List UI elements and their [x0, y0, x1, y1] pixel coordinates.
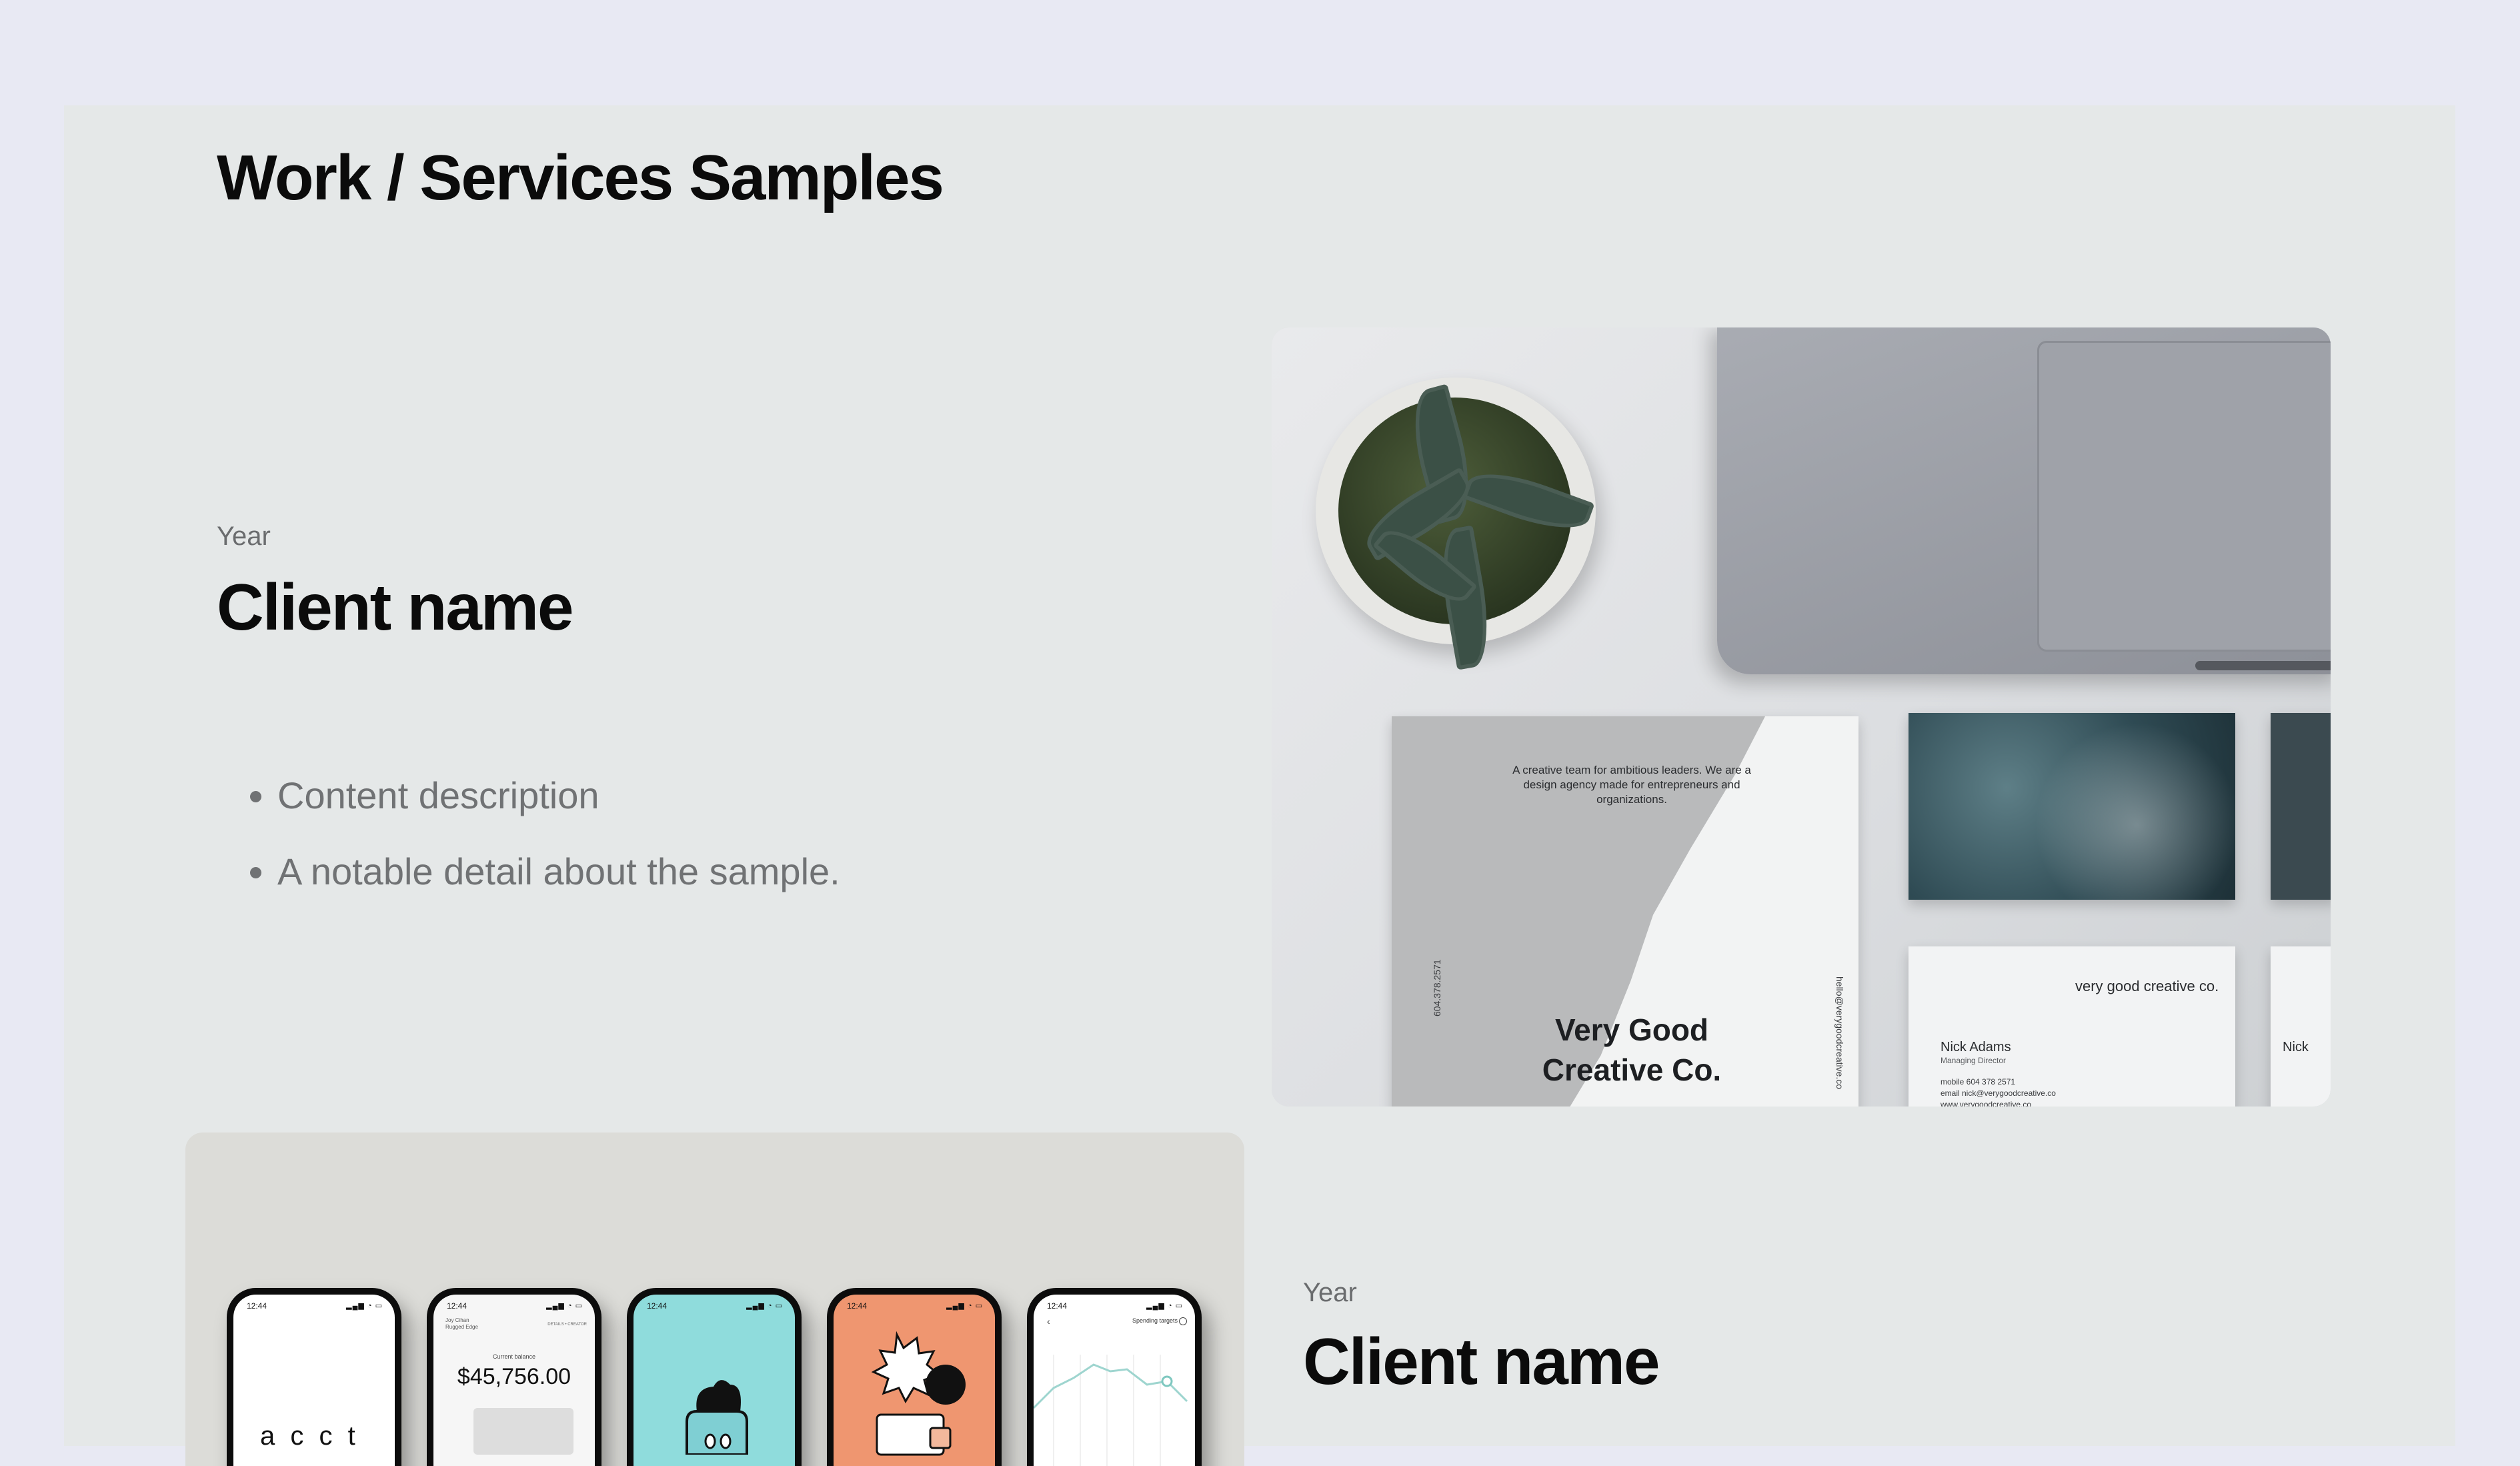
balance-label: Current balance [492, 1353, 536, 1360]
business-card-dark [2271, 713, 2331, 900]
phone-status-icons: ▂▄▆ ◔ ▭ [1146, 1302, 1183, 1310]
phone-screen: 12:44 ▂▄▆ ◔ ▭ [834, 1295, 995, 1466]
contact-card-name: Nick Adams [1941, 1040, 2011, 1054]
back-chevron-icon: ‹ [1047, 1316, 1050, 1327]
balance-amount: $45,756.00 [457, 1364, 571, 1389]
page-title: Work / Services Samples [217, 142, 944, 213]
phone-status-icons: ▂▄▆ ◔ ▭ [746, 1302, 783, 1310]
contact-card-lines: mobile 604 378 2571 email nick@verygoodc… [1941, 1076, 2056, 1107]
contact-card-brand: very good creative co. [2075, 978, 2219, 994]
phone-screen: 12:44 ▂▄▆ ◔ ▭ [634, 1295, 795, 1466]
spending-targets-title: Spending targets [1132, 1317, 1178, 1324]
sample-1-client-name: Client name [217, 570, 573, 644]
sample-2-image-phones[interactable]: 12:44 ▂▄▆ ◔ ▭ a c c t 12:44 ▂▄▆ ◔ ▭ Joy … [185, 1133, 1244, 1466]
sample-2-client-name: Client name [1303, 1325, 1660, 1398]
contact-card-web: www.verygoodcreative.co [1941, 1100, 2032, 1107]
business-card-phone: 604.378.2571 [1432, 959, 1442, 1016]
phone-status-icons: ▂▄▆ ◔ ▭ [946, 1302, 983, 1310]
info-icon [1179, 1317, 1187, 1325]
phone-word-fragment: a c c t [260, 1421, 359, 1451]
phone-mockup: 12:44 ▂▄▆ ◔ ▭ [827, 1288, 1002, 1466]
spending-line-chart-icon [1034, 1355, 1188, 1466]
contact-card-email: email nick@verygoodcreative.co [1941, 1088, 2056, 1098]
business-card-brand: Very Good Creative Co. [1542, 1012, 1722, 1087]
business-card-sea-print [1909, 713, 2235, 900]
business-card-email: hello@verygoodcreative.co [1834, 976, 1845, 1090]
sample-1-year: Year [217, 522, 271, 551]
phone-screen: 12:44 ▂▄▆ ◔ ▭ a c c t [233, 1295, 395, 1466]
balance-card-graphic [473, 1408, 573, 1455]
phone-mockup: 12:44 ▂▄▆ ◔ ▭ [627, 1288, 802, 1466]
phone-status-time: 12:44 [247, 1301, 267, 1311]
business-card-tagline: A creative team for ambitious leaders. W… [1512, 764, 1751, 806]
character-illustration-icon [686, 1380, 748, 1455]
business-card-contact: very good creative co. Nick Adams Managi… [1909, 946, 2235, 1107]
business-card-front: A creative team for ambitious leaders. W… [1392, 716, 1858, 1107]
contact-card-role: Managing Director [1941, 1056, 2007, 1065]
account-action: DETAILS • CREATOR [547, 1323, 587, 1327]
business-card-contact-edge: Nick [2271, 946, 2331, 1107]
phone-status-time: 12:44 [447, 1301, 467, 1311]
account-owner: Joy Cihan Rugged Edge [445, 1317, 478, 1330]
phone-mockup: 12:44 ▂▄▆ ◔ ▭ a c c t [227, 1288, 401, 1466]
contact-card-mobile: mobile 604 378 2571 [1941, 1077, 2016, 1086]
phone-status-time: 12:44 [1047, 1301, 1068, 1311]
sample-1-image-business-cards[interactable]: A creative team for ambitious leaders. W… [1272, 327, 2331, 1107]
laptop-image [1717, 327, 2331, 674]
sample-1-details: Content description A notable detail abo… [235, 758, 840, 910]
phone-mockup: 12:44 ▂▄▆ ◔ ▭ Joy Cihan Rugged Edge DETA… [427, 1288, 601, 1466]
phone-mockup: 12:44 ▂▄▆ ◔ ▭ ‹ Spending targets [1027, 1288, 1202, 1466]
sample-2-year: Year [1303, 1278, 1357, 1307]
phone-status-time: 12:44 [647, 1301, 668, 1311]
phone-status-icons: ▂▄▆ ◔ ▭ [346, 1302, 383, 1310]
phone-status-icons: ▂▄▆ ◔ ▭ [546, 1302, 583, 1310]
phone-screen: 12:44 ▂▄▆ ◔ ▭ Joy Cihan Rugged Edge DETA… [433, 1295, 595, 1466]
sample-1-detail-item: Content description [277, 758, 840, 834]
contact-card-edge-name: Nick [2283, 1040, 2309, 1054]
chat-bubbles-illustration-icon [871, 1331, 966, 1456]
sample-1-detail-item: A notable detail about the sample. [277, 834, 840, 910]
laptop-edge [2195, 661, 2331, 670]
phone-status-time: 12:44 [847, 1301, 868, 1311]
phone-screen: 12:44 ▂▄▆ ◔ ▭ ‹ Spending targets [1034, 1295, 1195, 1466]
laptop-trackpad [2037, 341, 2331, 652]
